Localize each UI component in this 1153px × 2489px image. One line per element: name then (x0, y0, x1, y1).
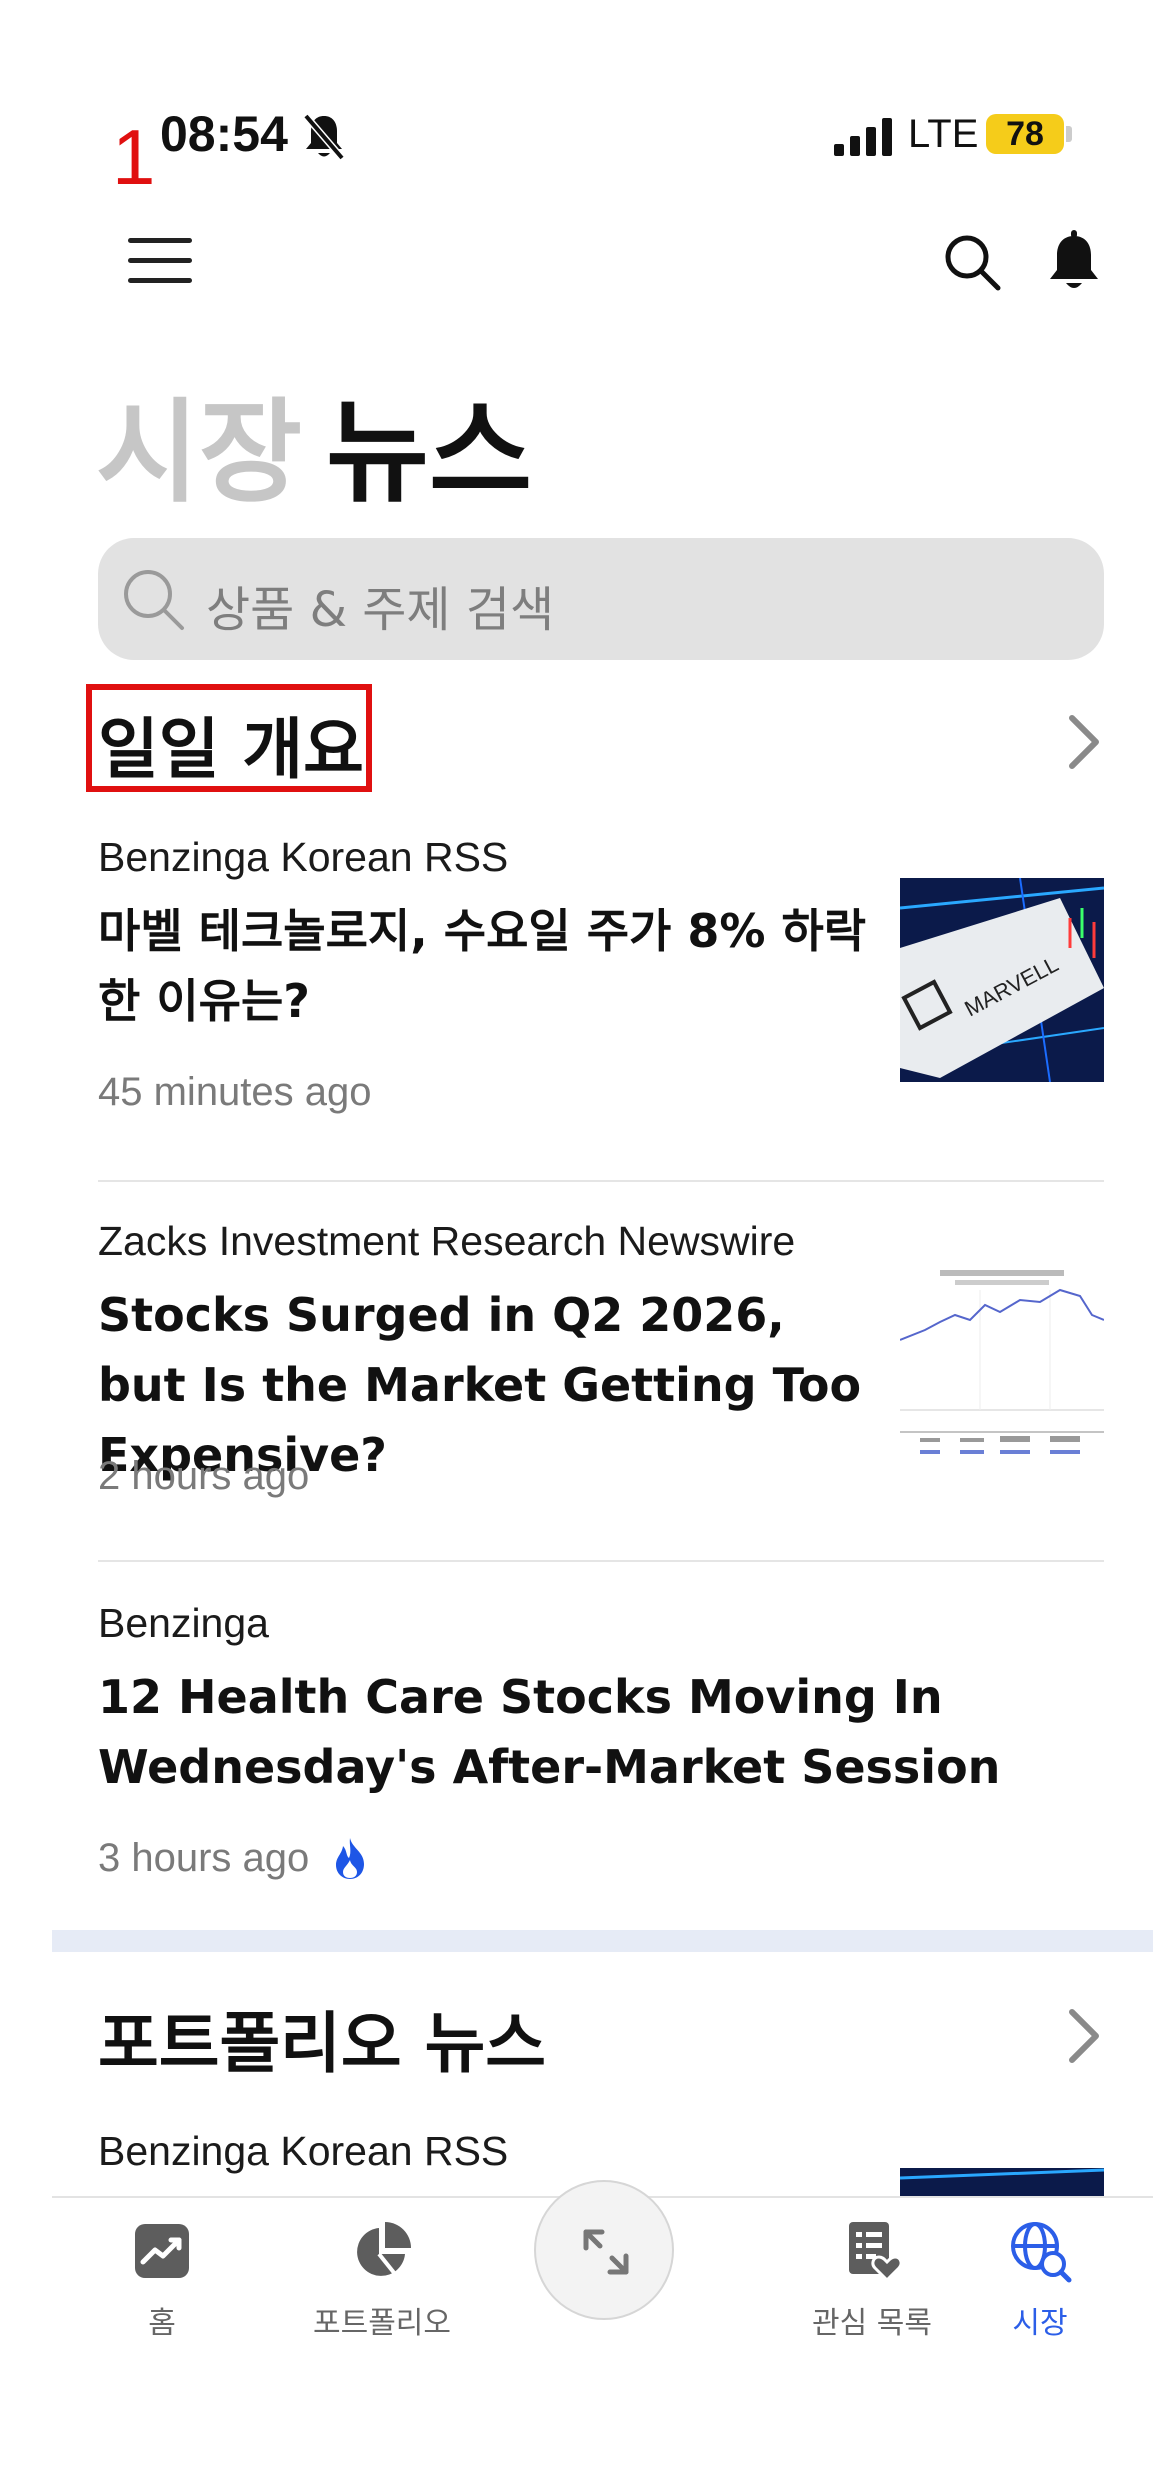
battery-tip (1066, 126, 1072, 142)
signal-icon (834, 118, 892, 156)
tab-portfolio[interactable]: 포트폴리오 (282, 2218, 482, 2342)
news-item[interactable]: Zacks Investment Research Newswire Stock… (98, 1218, 1104, 1518)
article-thumbnail (900, 1260, 1104, 1464)
news-item[interactable]: Benzinga 12 Health Care Stocks Moving In… (98, 1600, 1104, 1890)
portfolio-news-header[interactable]: 포트폴리오 뉴스 (98, 1990, 1104, 2090)
search-icon (124, 570, 184, 630)
article-source: Benzinga Korean RSS (98, 2128, 509, 2174)
section-separator (52, 1930, 1153, 1952)
article-title: 마벨 테크놀로지, 수요일 주가 8% 하락한 이유는? (98, 904, 867, 1028)
article-time: 45 minutes ago (98, 1070, 372, 1114)
battery-indicator: 78 (986, 114, 1064, 154)
chevron-right-icon[interactable] (1066, 714, 1102, 770)
article-source: Benzinga Korean RSS (98, 834, 509, 880)
article-source: Benzinga (98, 1600, 269, 1646)
highlight-box (86, 684, 372, 792)
chevron-right-icon[interactable] (1066, 2008, 1102, 2064)
article-thumbnail (900, 2168, 1104, 2196)
article-thumbnail: MARVELL (900, 878, 1104, 1082)
tab-label: 포트폴리오 (313, 2306, 451, 2341)
article-time: 2 hours ago (98, 1454, 310, 1498)
article-source: Zacks Investment Research Newswire (98, 1218, 796, 1264)
expand-arrows-icon (583, 2229, 629, 2275)
divider (98, 1180, 1104, 1182)
trending-flame-icon (336, 1838, 364, 1879)
search-input[interactable]: 상품 & 주제 검색 (98, 538, 1104, 660)
tab-market[interactable]: 시장 (96, 362, 302, 524)
home-chart-icon (135, 2224, 189, 2278)
expand-button[interactable] (534, 2180, 674, 2320)
search-placeholder: 상품 & 주제 검색 (206, 582, 555, 638)
status-bar: 1 08:54 LTE 78 (0, 0, 1153, 201)
status-time: 08:54 (160, 106, 288, 162)
tab-label: 홈 (148, 2306, 176, 2341)
section-title: 포트폴리오 뉴스 (98, 2005, 547, 2082)
bell-muted-icon (303, 113, 345, 161)
globe-search-icon (1011, 2222, 1072, 2283)
annotation-number: 1 (112, 113, 156, 201)
article-title: 12 Health Care Stocks Moving In Wednesda… (98, 1670, 1001, 1794)
divider (98, 1560, 1104, 1562)
news-item[interactable]: Benzinga Korean RSS 마벨 테크놀로지, 수요일 주가 8% … (98, 834, 1104, 1134)
tab-label: 시장 (1012, 2306, 1068, 2341)
watchlist-icon (849, 2222, 903, 2283)
search-icon[interactable] (942, 232, 1002, 292)
tab-news[interactable]: 뉴스 (326, 362, 532, 524)
bell-icon[interactable] (1046, 230, 1102, 294)
tab-market-nav[interactable]: 시장 (940, 2218, 1140, 2342)
network-type: LTE (908, 112, 979, 156)
tab-home[interactable]: 홈 (62, 2218, 262, 2342)
pie-chart-icon (357, 2222, 411, 2276)
menu-icon[interactable] (128, 238, 192, 286)
article-time: 3 hours ago (98, 1836, 310, 1880)
